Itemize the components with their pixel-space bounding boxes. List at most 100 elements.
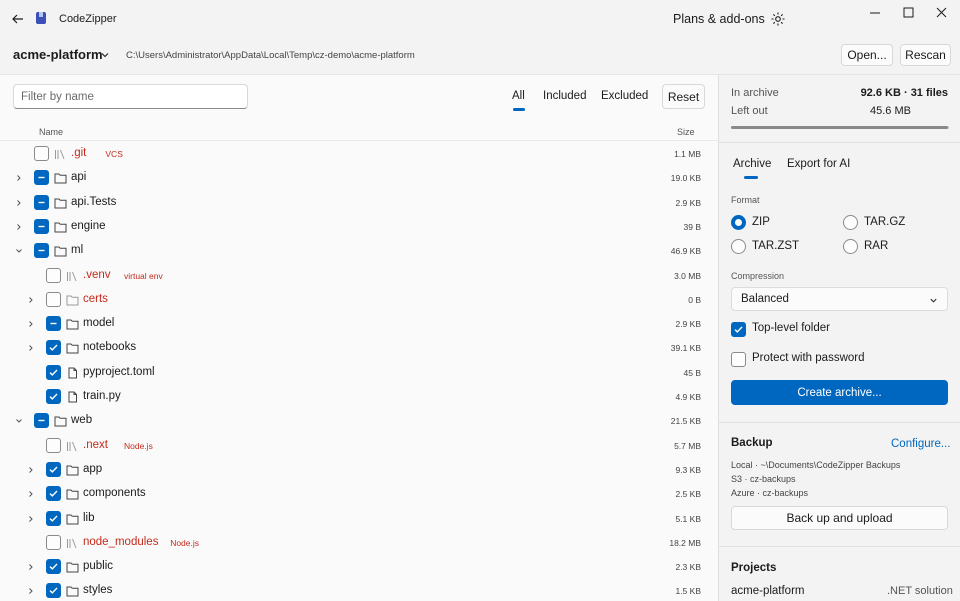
chevron-right-icon[interactable] [27, 587, 35, 595]
tree-row[interactable]: ml 46.9 KB [0, 239, 718, 263]
projects-title: Projects [731, 562, 777, 574]
row-checkbox[interactable] [34, 170, 49, 186]
format-label-targz[interactable]: TAR.GZ [864, 216, 905, 228]
tab-archive[interactable]: Archive [733, 158, 771, 170]
project-selector[interactable]: acme-platform [13, 47, 103, 62]
chevron-right-icon[interactable] [15, 199, 23, 207]
row-size: 39.1 KB [670, 343, 701, 354]
row-tag: virtual env [124, 270, 163, 281]
tree-row[interactable]: api 19.0 KB [0, 166, 718, 190]
row-checkbox[interactable] [46, 291, 61, 307]
row-checkbox[interactable] [46, 389, 61, 404]
chevron-right-icon[interactable] [15, 223, 23, 231]
open-button[interactable]: Open... [841, 44, 893, 66]
row-checkbox[interactable] [34, 413, 49, 429]
top-level-folder-label[interactable]: Top-level folder [752, 322, 830, 334]
row-checkbox[interactable] [46, 534, 61, 550]
tree-row[interactable]: web 21.5 KB [0, 409, 718, 433]
tree-row[interactable]: model 2.9 KB [0, 312, 718, 336]
close-icon[interactable] [926, 4, 956, 22]
row-checkbox[interactable] [34, 194, 49, 210]
backup-upload-button[interactable]: Back up and upload [731, 506, 948, 530]
checkmark-icon [49, 490, 58, 498]
tree-row[interactable]: api.Tests 2.9 KB [0, 191, 718, 215]
row-name: certs [83, 292, 108, 305]
row-checkbox[interactable] [46, 316, 61, 332]
tree-row[interactable]: node_modules Node.js 18.2 MB [0, 531, 718, 555]
gear-icon[interactable] [770, 11, 786, 27]
row-checkbox[interactable] [34, 243, 49, 259]
chevron-right-icon[interactable] [27, 563, 35, 571]
tree-row[interactable]: components 2.5 KB [0, 482, 718, 506]
maximize-icon[interactable] [893, 4, 923, 22]
row-checkbox[interactable] [46, 364, 61, 380]
segment-included[interactable]: Included [543, 90, 586, 102]
row-checkbox[interactable] [46, 267, 61, 283]
create-archive-button[interactable]: Create archive... [731, 380, 948, 405]
plans-link[interactable]: Plans & add-ons [673, 12, 765, 26]
dash-icon [38, 420, 45, 422]
chevron-right-icon[interactable] [27, 344, 35, 352]
row-checkbox[interactable] [46, 437, 61, 453]
format-radio-targz[interactable] [843, 215, 858, 230]
tree-row[interactable]: train.py 4.9 KB [0, 385, 718, 409]
row-size: 46.9 KB [670, 246, 701, 257]
file-icon [68, 391, 77, 403]
row-checkbox[interactable] [34, 218, 49, 234]
tree-row[interactable]: app 9.3 KB [0, 458, 718, 482]
checkmark-icon [49, 393, 58, 400]
row-checkbox[interactable] [46, 340, 61, 356]
tree-row[interactable]: public 2.3 KB [0, 555, 718, 579]
tree-row[interactable]: pyproject.toml 45 B [0, 361, 718, 385]
folder-icon [66, 562, 79, 573]
chevron-right-icon[interactable] [15, 174, 23, 182]
format-radio-rar[interactable] [843, 239, 858, 254]
tree-row[interactable]: styles 1.5 KB [0, 579, 718, 601]
format-radio-tarzst[interactable] [731, 239, 746, 254]
rescan-button[interactable]: Rescan [900, 44, 951, 66]
chevron-right-icon[interactable] [27, 490, 35, 498]
chevron-right-icon[interactable] [27, 296, 35, 304]
filter-input[interactable] [13, 84, 248, 109]
format-label-zip[interactable]: ZIP [752, 216, 770, 228]
project-item-name[interactable]: acme-platform [731, 585, 805, 597]
segment-excluded[interactable]: Excluded [601, 90, 648, 102]
row-checkbox[interactable] [46, 510, 61, 526]
chevron-right-icon[interactable] [27, 466, 35, 474]
format-label-rar[interactable]: RAR [864, 240, 888, 252]
chevron-right-icon[interactable] [27, 320, 35, 328]
row-checkbox[interactable] [46, 559, 61, 575]
back-arrow-icon[interactable] [10, 11, 26, 27]
format-label-tarzst[interactable]: TAR.ZST [752, 240, 799, 252]
protect-password-checkbox[interactable] [731, 352, 746, 367]
segment-all[interactable]: All [512, 90, 525, 102]
column-size-header[interactable]: Size [677, 127, 695, 137]
chevron-down-icon[interactable] [15, 417, 23, 425]
row-checkbox[interactable] [46, 583, 61, 599]
tree-row[interactable]: lib 5.1 KB [0, 507, 718, 531]
row-checkbox[interactable] [46, 486, 61, 502]
backup-title: Backup [731, 437, 773, 449]
compression-dropdown[interactable]: Balanced [731, 287, 948, 311]
top-level-folder-checkbox[interactable] [731, 322, 746, 337]
chevron-down-icon[interactable] [100, 50, 110, 60]
reset-button[interactable]: Reset [662, 84, 705, 109]
row-checkbox[interactable] [46, 461, 61, 477]
tree-row[interactable]: .venv virtual env 3.0 MB [0, 264, 718, 288]
row-checkbox[interactable] [34, 146, 49, 161]
tree-row[interactable]: notebooks 39.1 KB [0, 336, 718, 360]
protect-password-label[interactable]: Protect with password [752, 352, 865, 364]
tree-row[interactable]: .next Node.js 5.7 MB [0, 434, 718, 458]
configure-backup-link[interactable]: Configure... [891, 438, 950, 450]
tree-row[interactable]: certs 0 B [0, 288, 718, 312]
chevron-right-icon[interactable] [27, 515, 35, 523]
column-name-header[interactable]: Name [39, 127, 63, 137]
format-radio-zip[interactable] [731, 215, 746, 230]
tab-export-for-ai[interactable]: Export for AI [787, 158, 850, 170]
minimize-icon[interactable] [860, 4, 890, 22]
tree-row[interactable]: .git VCS 1.1 MB [0, 142, 718, 166]
tree-row[interactable]: engine 39 B [0, 215, 718, 239]
folder-icon [66, 343, 79, 354]
projects-divider [719, 546, 960, 547]
chevron-down-icon[interactable] [15, 247, 23, 255]
